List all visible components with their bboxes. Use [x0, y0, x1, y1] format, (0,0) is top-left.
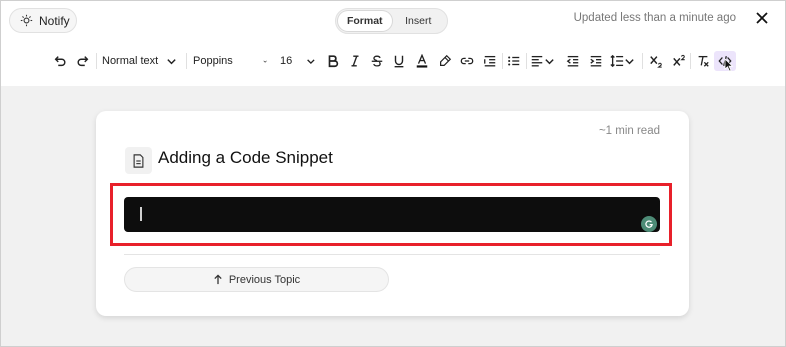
- redo-icon: [77, 56, 89, 67]
- strikethrough-icon: [371, 55, 383, 67]
- align-dropdown[interactable]: [530, 51, 556, 71]
- font-size-value: 16: [280, 55, 293, 67]
- italic-icon: [351, 55, 359, 67]
- redo-button[interactable]: [74, 51, 92, 71]
- grammarly-icon[interactable]: [641, 216, 657, 232]
- code-snippet-editor[interactable]: [124, 197, 660, 232]
- toolbar-divider: [642, 53, 643, 69]
- clear-format-button[interactable]: [694, 51, 712, 71]
- indent-increase-icon: [590, 55, 602, 67]
- tab-format[interactable]: Format: [338, 11, 392, 31]
- line-height-dropdown[interactable]: [610, 51, 638, 71]
- previous-topic-button[interactable]: Previous Topic: [124, 267, 389, 292]
- indent-increase-button[interactable]: [587, 51, 605, 71]
- outdent-icon: [566, 55, 579, 67]
- text-style-dropdown[interactable]: Normal text: [102, 51, 178, 71]
- indent-icon: [484, 55, 496, 67]
- underline-icon: [394, 55, 404, 68]
- highlight-icon: [440, 54, 452, 66]
- bulb-icon: [20, 14, 33, 27]
- subscript-icon: [650, 56, 662, 68]
- undo-icon: [54, 56, 66, 67]
- bold-icon: [328, 55, 339, 68]
- highlight-button[interactable]: [436, 51, 454, 71]
- text-color-icon: [416, 54, 428, 68]
- font-family-dropdown[interactable]: Poppins: [193, 51, 267, 71]
- text-color-button[interactable]: [413, 51, 431, 71]
- subscript-button[interactable]: [647, 51, 665, 71]
- chevron-down-icon: [625, 58, 634, 64]
- outdent-button[interactable]: [564, 51, 582, 71]
- chevron-down-icon: [167, 58, 176, 64]
- text-caret: [140, 207, 142, 221]
- toolbar-divider: [502, 53, 503, 69]
- chevron-down-icon: [263, 60, 267, 63]
- indent-list-button[interactable]: [481, 51, 499, 71]
- page-title[interactable]: Adding a Code Snippet: [158, 148, 333, 168]
- strikethrough-button[interactable]: [368, 51, 386, 71]
- link-icon: [460, 57, 474, 65]
- italic-button[interactable]: [346, 51, 364, 71]
- underline-button[interactable]: [390, 51, 408, 71]
- superscript-button[interactable]: [670, 51, 688, 71]
- arrow-up-icon: [214, 274, 222, 285]
- notify-button[interactable]: Notify: [9, 8, 77, 33]
- content-divider: [124, 254, 660, 255]
- undo-button[interactable]: [51, 51, 69, 71]
- mode-switcher: Format Insert: [335, 8, 448, 34]
- read-time: ~1 min read: [598, 125, 660, 137]
- close-icon[interactable]: [754, 10, 770, 26]
- document-card: ~1 min read Adding a Code Snippet Previo…: [96, 111, 689, 316]
- mouse-cursor-icon: [724, 58, 734, 72]
- line-height-icon: [610, 54, 624, 68]
- notify-label: Notify: [39, 13, 70, 28]
- superscript-icon: [673, 54, 685, 66]
- link-button[interactable]: [458, 51, 476, 71]
- format-toolbar: Normal text Poppins 16: [0, 42, 784, 80]
- tab-insert[interactable]: Insert: [392, 11, 446, 31]
- bullet-list-button[interactable]: [505, 51, 523, 71]
- toolbar-divider: [186, 53, 187, 69]
- chevron-down-icon: [307, 58, 315, 64]
- toolbar-divider: [526, 53, 527, 69]
- font-size-dropdown[interactable]: 16: [280, 51, 316, 71]
- text-style-value: Normal text: [102, 55, 159, 67]
- toolbar-divider: [96, 53, 97, 69]
- save-status: Updated less than a minute ago: [573, 12, 736, 24]
- bold-button[interactable]: [324, 51, 342, 71]
- top-header: Notify Format Insert Updated less than a…: [0, 0, 784, 40]
- chevron-down-icon: [545, 58, 554, 64]
- align-icon: [531, 55, 543, 67]
- document-icon: [125, 147, 152, 174]
- previous-topic-label: Previous Topic: [228, 273, 301, 286]
- bullet-list-icon: [508, 56, 520, 66]
- font-family-value: Poppins: [193, 55, 233, 67]
- clear-format-icon: [698, 55, 709, 67]
- toolbar-divider: [690, 53, 691, 69]
